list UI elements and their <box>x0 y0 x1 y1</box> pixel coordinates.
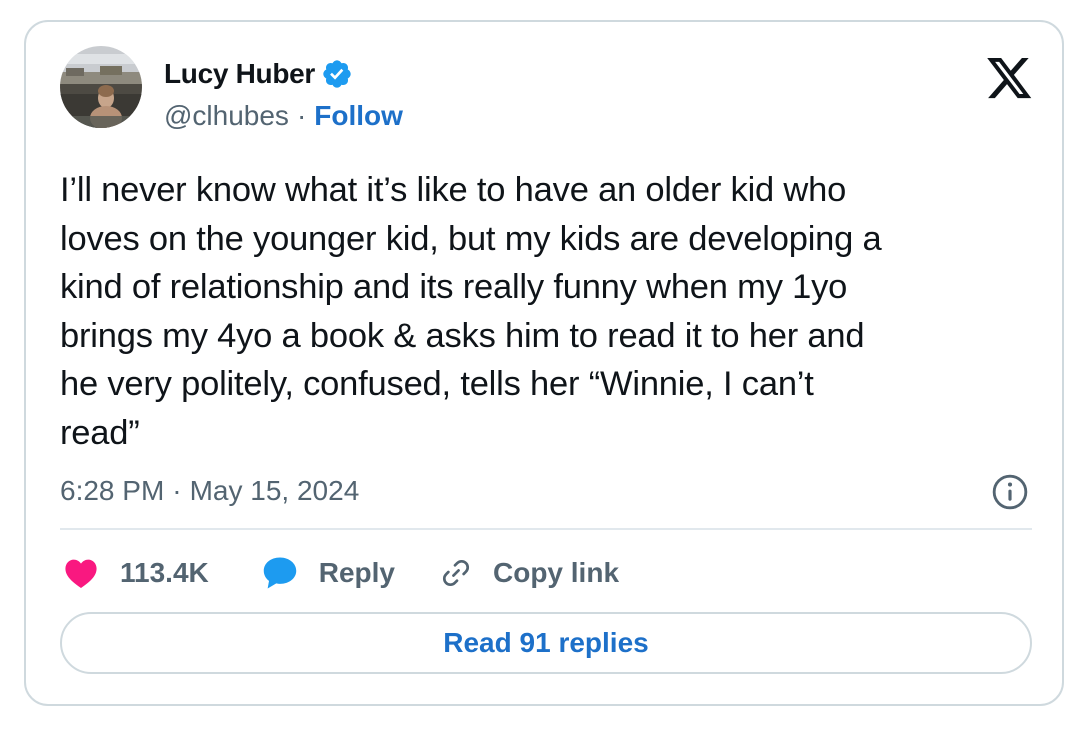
like-count: 113.4K <box>120 557 209 588</box>
info-icon[interactable] <box>991 473 1029 511</box>
timestamp-separator: · <box>172 475 182 506</box>
x-logo-icon[interactable] <box>987 58 1033 100</box>
reply-label: Reply <box>318 557 395 588</box>
tweet-time: 6:28 PM <box>60 475 165 506</box>
author-handle[interactable]: @clhubes <box>164 100 289 132</box>
verified-badge-icon <box>321 58 353 90</box>
copy-link-button[interactable]: Copy link <box>439 556 619 590</box>
heart-icon <box>65 559 97 589</box>
divider <box>60 528 1032 530</box>
tweet-timestamp[interactable]: 6:28 PM · May 15, 2024 <box>60 471 359 511</box>
author-name-row: Lucy Huber <box>164 54 353 94</box>
tweet-date: May 15, 2024 <box>189 475 360 506</box>
action-bar: 113.4K Reply Copy link <box>64 552 619 594</box>
link-icon <box>443 560 469 586</box>
author-name[interactable]: Lucy Huber <box>164 58 315 90</box>
reply-bubble-icon <box>263 557 296 589</box>
read-replies-button[interactable]: Read 91 replies <box>60 612 1032 674</box>
avatar[interactable] <box>60 46 142 128</box>
copy-link-label: Copy link <box>493 557 620 588</box>
tweet-card: Lucy Huber @clhubes · Follow I’ll never … <box>24 20 1064 706</box>
follow-link[interactable]: Follow <box>314 100 403 132</box>
like-button[interactable]: 113.4K <box>64 557 209 589</box>
author-handle-row: @clhubes · Follow <box>164 97 403 135</box>
reply-button[interactable]: Reply <box>261 556 395 590</box>
handle-separator: · <box>296 100 307 131</box>
tweet-text: I’ll never know what it’s like to have a… <box>60 171 882 452</box>
